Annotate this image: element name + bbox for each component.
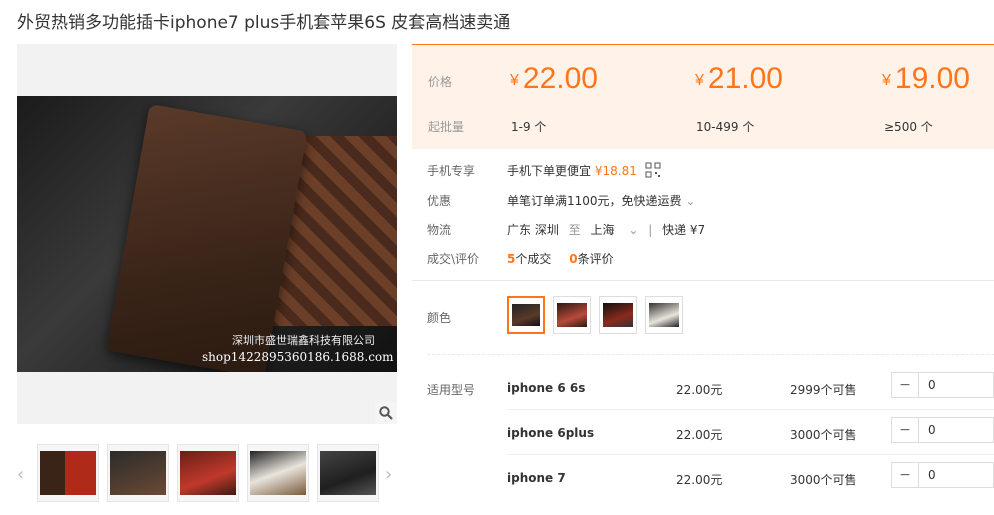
model-row: iphone 7 22.00元 3000个可售 − 0 <box>507 462 994 515</box>
deals-reviews-value: 5个成交 0条评价 <box>507 250 614 267</box>
minus-button[interactable]: − <box>892 418 919 442</box>
product-title: 外贸热销多功能插卡iphone7 plus手机套苹果6S 皮套高档速卖通 <box>17 13 511 33</box>
color-swatch-2[interactable] <box>553 296 591 334</box>
thumbnail-3[interactable] <box>177 444 239 502</box>
tier-qty-3: ≥500 个 <box>884 120 933 134</box>
quantity-input[interactable]: 0 <box>928 378 936 392</box>
mobile-price: ¥18.81 <box>594 164 637 178</box>
tier-price-2: ¥21.00 <box>695 62 783 95</box>
thumbnail-4[interactable] <box>247 444 309 502</box>
quantity-stepper[interactable]: − 0 <box>891 417 994 443</box>
ship-to-select[interactable]: 上海 ⌄ <box>591 223 639 237</box>
min-order-label: 起批量 <box>428 120 465 134</box>
minus-button[interactable]: − <box>892 463 919 487</box>
to-word: 至 <box>568 223 581 237</box>
main-product-image[interactable]: 深圳市盛世瑞鑫科技有限公司 shop1422895360186.1688.com <box>17 44 397 424</box>
model-price: 22.00元 <box>676 473 723 487</box>
promotion-label: 优惠 <box>427 194 452 208</box>
color-swatch-4[interactable] <box>645 296 683 334</box>
chevron-down-icon[interactable]: ⌄ <box>685 194 695 208</box>
color-label: 颜色 <box>427 311 452 325</box>
model-stock: 2999个可售 <box>790 383 857 397</box>
tier-qty-2: 10-499 个 <box>696 120 755 134</box>
product-photo: 深圳市盛世瑞鑫科技有限公司 shop1422895360186.1688.com <box>17 96 397 372</box>
price-panel: 价格 起批量 ¥22.00 ¥21.00 ¥19.00 1-9 个 10-499… <box>412 44 994 149</box>
minus-button[interactable]: − <box>892 373 919 397</box>
logistics-value: 广东 深圳 至 上海 ⌄ | 快递 ¥7 <box>507 223 706 237</box>
thumbnail-strip: ‹ › <box>17 444 397 504</box>
magnifier-icon[interactable] <box>375 402 397 424</box>
divider <box>427 354 994 355</box>
chevron-right-icon[interactable]: › <box>385 464 392 485</box>
tier-price-3: ¥19.00 <box>882 62 970 95</box>
tier-price-1: ¥22.00 <box>510 62 598 95</box>
quantity-stepper[interactable]: − 0 <box>891 462 994 488</box>
logistics-label: 物流 <box>427 223 452 237</box>
divider <box>507 409 994 410</box>
mobile-exclusive-value[interactable]: 手机下单更便宜 ¥18.81 <box>507 162 661 181</box>
thumbnail-1[interactable] <box>37 444 99 502</box>
quantity-input[interactable]: 0 <box>928 423 936 437</box>
divider <box>507 454 994 455</box>
chevron-down-icon: ⌄ <box>628 223 639 237</box>
quantity-input[interactable]: 0 <box>928 468 936 482</box>
divider <box>412 280 994 281</box>
model-label: 适用型号 <box>427 383 476 397</box>
deals-reviews-label: 成交\评价 <box>427 252 480 266</box>
qr-code-icon[interactable] <box>645 162 661 181</box>
model-name: iphone 6 6s <box>507 381 586 395</box>
model-stock: 3000个可售 <box>790 428 857 442</box>
promotion-value[interactable]: 单笔订单满1100元，免快递运费 ⌄ <box>507 192 695 209</box>
price-label: 价格 <box>428 75 453 89</box>
model-price: 22.00元 <box>676 383 723 397</box>
thumbnail-5[interactable] <box>317 444 379 502</box>
photo-watermark-company: 深圳市盛世瑞鑫科技有限公司 <box>232 334 375 347</box>
model-price: 22.00元 <box>676 428 723 442</box>
color-swatch-3[interactable] <box>599 296 637 334</box>
quantity-stepper[interactable]: − 0 <box>891 372 994 398</box>
mobile-exclusive-label: 手机专享 <box>427 164 476 178</box>
model-name: iphone 6plus <box>507 426 595 440</box>
model-name: iphone 7 <box>507 471 566 485</box>
photo-watermark-url: shop1422895360186.1688.com <box>202 350 394 364</box>
deals-link[interactable]: 5个成交 <box>507 252 551 266</box>
color-swatch-1[interactable] <box>507 296 545 334</box>
chevron-left-icon[interactable]: ‹ <box>17 464 24 485</box>
thumbnail-2[interactable] <box>107 444 169 502</box>
shipping-fee: 快递 ¥7 <box>662 223 706 237</box>
reviews-link[interactable]: 0条评价 <box>569 252 613 266</box>
tier-qty-1: 1-9 个 <box>511 120 547 134</box>
model-stock: 3000个可售 <box>790 473 857 487</box>
ship-from: 广东 深圳 <box>507 223 559 237</box>
